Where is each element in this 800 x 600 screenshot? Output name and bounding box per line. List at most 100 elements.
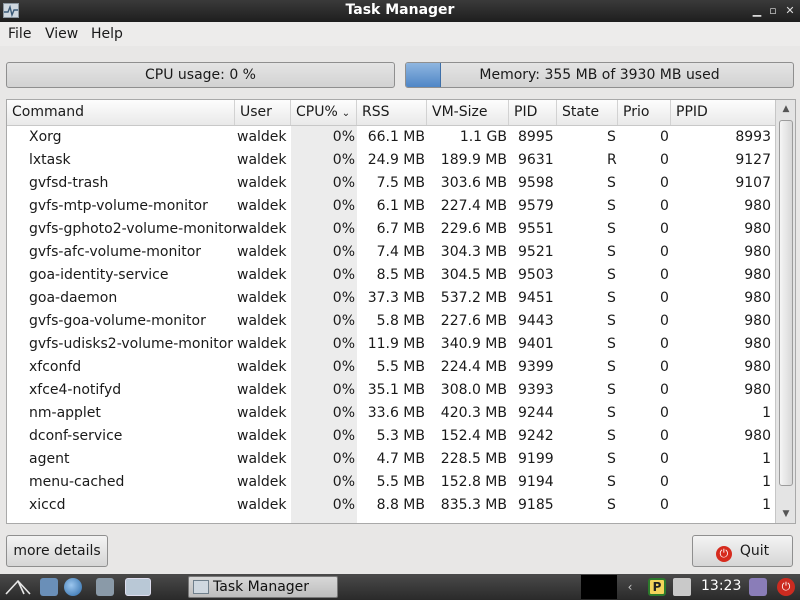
cell-pid: 9451 [518,290,554,306]
cell-state: S [607,313,616,329]
quit-label: Quit [739,543,770,559]
cell-user: waldek [237,175,287,191]
cell-ppid: 9107 [735,175,771,191]
table-row[interactable]: dconf-service waldek 0% 5.3 MB 152.4 MB 9242 S… [7,425,775,448]
cell-ppid: 8993 [735,129,771,145]
cell-state: S [607,428,616,444]
cell-command: xiccd [29,497,66,513]
table-row[interactable]: gvfs-gphoto2-volume-monitor waldek 0% 6.7 M… [7,218,775,241]
table-row[interactable]: gvfs-afc-volume-monitor waldek 0% 7.4 MB 304… [7,241,775,264]
memory-usage-bar: Memory: 355 MB of 3930 MB used [405,62,794,88]
cell-command: Xorg [29,129,62,145]
table-row[interactable]: xfce4-notifyd waldek 0% 35.1 MB 308.0 MB 9393… [7,379,775,402]
table-row[interactable]: xfconfd waldek 0% 5.5 MB 224.4 MB 9399 S 0 980 [7,356,775,379]
cell-rss: 5.5 MB [376,359,425,375]
menu-file[interactable]: File [8,26,31,42]
column-command[interactable]: Command [7,100,235,125]
table-row[interactable]: gvfs-mtp-volume-monitor waldek 0% 6.1 MB 227… [7,195,775,218]
cell-state: S [607,497,616,513]
column-pid[interactable]: PID [509,100,557,125]
cell-user: waldek [237,198,287,214]
network-icon[interactable] [673,578,691,596]
table-row[interactable]: gvfs-goa-volume-monitor waldek 0% 5.8 MB 227… [7,310,775,333]
taskbar-task-manager[interactable]: Task Manager [188,576,338,598]
cell-user: waldek [237,405,287,421]
show-desktop-icon[interactable] [96,578,114,596]
more-details-button[interactable]: more details [6,535,108,567]
column-ppid[interactable]: PPID [671,100,775,125]
table-row[interactable]: gvfs-udisks2-volume-monitor waldek 0% 11.9 … [7,333,775,356]
column-vmsize[interactable]: VM-Size [427,100,509,125]
cell-vmsize: 304.5 MB [440,267,507,283]
task-manager-launcher-icon[interactable] [125,578,151,596]
power-icon: ⏻ [715,546,732,562]
column-state[interactable]: State [557,100,618,125]
close-icon[interactable]: ✕ [783,4,797,18]
more-details-label: more details [13,543,101,559]
cell-prio: 0 [660,152,669,168]
scroll-up-icon[interactable]: ▲ [776,100,795,118]
table-row[interactable]: menu-cached waldek 0% 5.5 MB 152.8 MB 9194 S 0 1 [7,471,775,494]
browser-icon[interactable] [64,578,82,596]
minimize-icon[interactable]: ▁ [750,4,764,18]
cell-user: waldek [237,451,287,467]
table-row[interactable]: lxtask waldek 0% 24.9 MB 189.9 MB 9631 R 0 9127 [7,149,775,172]
cell-vmsize: 227.6 MB [440,313,507,329]
cell-user: waldek [237,359,287,375]
cell-state: R [607,152,617,168]
cell-prio: 0 [660,497,669,513]
column-cpu[interactable]: CPU% ⌄ [291,100,357,125]
cell-state: S [607,129,616,145]
cell-ppid: 1 [762,451,771,467]
table-row[interactable]: gvfsd-trash waldek 0% 7.5 MB 303.6 MB 9598 S 0 9… [7,172,775,195]
cpu-monitor-icon [581,575,617,599]
cell-prio: 0 [660,382,669,398]
menu-help[interactable]: Help [91,26,123,42]
table-row[interactable]: agent waldek 0% 4.7 MB 228.5 MB 9199 S 0 1 [7,448,775,471]
cell-vmsize: 229.6 MB [440,221,507,237]
cell-pid: 9551 [518,221,554,237]
cell-ppid: 980 [744,198,771,214]
vertical-scrollbar[interactable]: ▲ ▼ [775,100,795,523]
column-prio[interactable]: Prio [618,100,671,125]
cell-prio: 0 [660,244,669,260]
cell-cpu: 0% [332,175,355,191]
cell-pid: 9443 [518,313,554,329]
scroll-down-icon[interactable]: ▼ [776,505,795,523]
cell-cpu: 0% [332,198,355,214]
cell-vmsize: 224.4 MB [440,359,507,375]
table-row[interactable]: nm-applet waldek 0% 33.6 MB 420.3 MB 9244 S 0 1 [7,402,775,425]
lock-screen-icon[interactable] [749,578,767,596]
table-row[interactable]: Xorg waldek 0% 66.1 MB 1.1 GB 8995 S 0 8993 [7,126,775,149]
cell-vmsize: 308.0 MB [440,382,507,398]
table-row[interactable]: xiccd waldek 0% 8.8 MB 835.3 MB 9185 S 0 1 [7,494,775,517]
cell-cpu: 0% [332,451,355,467]
cell-state: S [607,267,616,283]
cell-vmsize: 152.4 MB [440,428,507,444]
cell-cpu: 0% [332,267,355,283]
scrollbar-thumb[interactable] [779,120,793,486]
cell-prio: 0 [660,336,669,352]
table-row[interactable]: goa-identity-service waldek 0% 8.5 MB 304.5 … [7,264,775,287]
cell-pid: 9399 [518,359,554,375]
cell-state: S [607,359,616,375]
cell-pid: 9194 [518,474,554,490]
cell-rss: 6.1 MB [376,198,425,214]
cell-rss: 6.7 MB [376,221,425,237]
cell-user: waldek [237,267,287,283]
logout-icon[interactable]: ⏻ [777,578,795,596]
window-titlebar[interactable]: Task Manager ▁ ▫ ✕ [0,0,800,22]
file-manager-icon[interactable] [40,578,58,596]
menu-view[interactable]: View [45,26,78,42]
cell-rss: 7.4 MB [376,244,425,260]
package-updater-icon[interactable]: P [648,578,666,596]
column-rss[interactable]: RSS [357,100,427,125]
taskbar-clock[interactable]: 13:23 [701,578,741,594]
start-menu-icon[interactable] [4,578,34,596]
column-user[interactable]: User [235,100,291,125]
cell-cpu: 0% [332,359,355,375]
quit-button[interactable]: ⏻ Quit [692,535,793,567]
maximize-icon[interactable]: ▫ [766,4,780,18]
cell-state: S [607,175,616,191]
table-row[interactable]: goa-daemon waldek 0% 37.3 MB 537.2 MB 9451 S 0 9… [7,287,775,310]
